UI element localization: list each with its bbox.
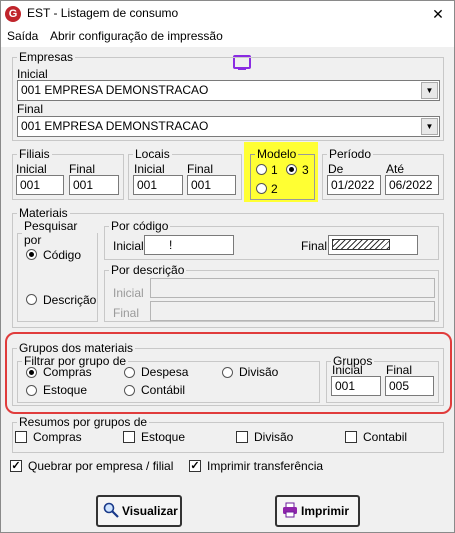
filtro-contabil-label: Contábil bbox=[141, 383, 186, 397]
visualizar-label: Visualizar bbox=[122, 504, 178, 518]
quebrar-label: Quebrar por empresa / filial bbox=[28, 459, 174, 473]
modelo-legend: Modelo bbox=[257, 147, 297, 161]
grupos-final-label: Final bbox=[386, 363, 413, 377]
filtro-divisao-radio[interactable] bbox=[222, 367, 233, 378]
periodo-ate-value: 06/2022 bbox=[389, 178, 433, 192]
filtro-contabil-radio[interactable] bbox=[124, 385, 135, 396]
locais-inicial-input[interactable]: 001 bbox=[133, 175, 183, 195]
descricao-inicial-input[interactable] bbox=[150, 278, 435, 298]
locais-final-value: 001 bbox=[191, 178, 212, 192]
periodo-ate-label: Até bbox=[386, 162, 405, 176]
codigo-final-input[interactable] bbox=[328, 235, 418, 255]
resumo-estoque-checkbox[interactable] bbox=[123, 431, 135, 443]
materiais-legend: Materiais bbox=[19, 206, 68, 220]
filiais-inicial-value: 001 bbox=[20, 178, 41, 192]
chevron-down-icon[interactable]: ▼ bbox=[421, 82, 438, 99]
codigo-inicial-label: Inicial bbox=[113, 239, 144, 253]
pesquisar-por-legend: Pesquisar por bbox=[24, 219, 78, 247]
codigo-final-label: Final bbox=[301, 239, 328, 253]
resumo-compras-checkbox[interactable] bbox=[15, 431, 27, 443]
locais-legend: Locais bbox=[135, 147, 170, 161]
filiais-final-input[interactable]: 001 bbox=[69, 175, 119, 195]
grupos-inicial-label: Inicial bbox=[332, 363, 363, 377]
por-codigo-legend: Por código bbox=[111, 219, 169, 233]
title-bar: G EST - Listagem de consumo ✕ bbox=[1, 1, 454, 27]
pesquisar-codigo-label: Código bbox=[43, 248, 82, 262]
pesquisar-codigo-radio[interactable] bbox=[26, 249, 37, 260]
modelo-radio-3[interactable] bbox=[286, 164, 297, 175]
modelo-radio-1[interactable] bbox=[256, 164, 267, 175]
filiais-inicial-label: Inicial bbox=[16, 162, 47, 176]
periodo-de-input[interactable]: 01/2022 bbox=[327, 175, 381, 195]
descricao-inicial-label: Inicial bbox=[113, 286, 144, 300]
locais-inicial-value: 001 bbox=[137, 178, 158, 192]
resumo-compras-label: Compras bbox=[33, 430, 82, 444]
dialog-window: G EST - Listagem de consumo ✕ Saída Abri… bbox=[0, 0, 455, 533]
grupos-materiais-legend: Grupos dos materiais bbox=[19, 341, 134, 355]
modelo-radio-2[interactable] bbox=[256, 183, 267, 194]
resumo-estoque-label: Estoque bbox=[141, 430, 186, 444]
empresa-inicial-value: 001 EMPRESA DEMONSTRACAO bbox=[21, 83, 209, 97]
empresa-final-value: 001 EMPRESA DEMONSTRACAO bbox=[21, 119, 209, 133]
codigo-inicial-input[interactable]: ! bbox=[144, 235, 234, 255]
menu-abrir-configuracao[interactable]: Abrir configuração de impressão bbox=[50, 29, 223, 43]
printer-icon bbox=[283, 502, 297, 518]
periodo-legend: Período bbox=[329, 147, 372, 161]
pesquisar-descricao-label: Descrição bbox=[43, 293, 97, 307]
filiais-final-label: Final bbox=[69, 162, 96, 176]
por-descricao-legend: Por descrição bbox=[111, 263, 185, 277]
resumos-legend: Resumos por grupos de bbox=[19, 415, 148, 429]
pesquisar-descricao-radio[interactable] bbox=[26, 294, 37, 305]
menu-saida[interactable]: Saída bbox=[7, 29, 38, 43]
periodo-de-label: De bbox=[328, 162, 344, 176]
empresa-final-combo[interactable]: 001 EMPRESA DEMONSTRACAO ▼ bbox=[17, 116, 440, 137]
filtro-estoque-label: Estoque bbox=[43, 383, 88, 397]
descricao-final-label: Final bbox=[113, 306, 140, 320]
filtro-compras-radio[interactable] bbox=[26, 367, 37, 378]
imprimir-button[interactable]: Imprimir bbox=[275, 495, 360, 527]
filtro-estoque-radio[interactable] bbox=[26, 385, 37, 396]
filtro-divisao-label: Divisão bbox=[239, 365, 279, 379]
periodo-de-value: 01/2022 bbox=[331, 178, 375, 192]
grupos-inicial-value: 001 bbox=[335, 379, 356, 393]
empresa-inicial-label: Inicial bbox=[17, 67, 48, 81]
filtro-compras-label: Compras bbox=[43, 365, 92, 379]
magnifier-icon bbox=[103, 502, 119, 518]
empresa-inicial-combo[interactable]: 001 EMPRESA DEMONSTRACAO ▼ bbox=[17, 80, 440, 101]
modelo-option-2: 2 bbox=[271, 182, 278, 196]
resumo-contabil-label: Contabil bbox=[363, 430, 408, 444]
empresas-legend: Empresas bbox=[19, 50, 74, 64]
chevron-down-icon[interactable]: ▼ bbox=[421, 118, 438, 135]
filtro-despesa-radio[interactable] bbox=[124, 367, 135, 378]
locais-final-label: Final bbox=[187, 162, 214, 176]
empresa-final-label: Final bbox=[17, 102, 44, 116]
grupos-final-input[interactable]: 005 bbox=[385, 376, 434, 396]
imprimir-transferencia-label: Imprimir transferência bbox=[207, 459, 324, 473]
window-title: EST - Listagem de consumo bbox=[27, 6, 179, 20]
locais-inicial-label: Inicial bbox=[134, 162, 165, 176]
filtro-despesa-label: Despesa bbox=[141, 365, 189, 379]
close-icon[interactable]: ✕ bbox=[425, 3, 451, 25]
menu-bar: Saída Abrir configuração de impressão bbox=[1, 27, 454, 70]
imprimir-transferencia-checkbox[interactable] bbox=[189, 460, 201, 472]
codigo-inicial-value: ! bbox=[169, 238, 173, 252]
filiais-legend: Filiais bbox=[19, 147, 50, 161]
filiais-final-value: 001 bbox=[73, 178, 94, 192]
periodo-ate-input[interactable]: 06/2022 bbox=[385, 175, 439, 195]
resumo-contabil-checkbox[interactable] bbox=[345, 431, 357, 443]
resumo-divisao-checkbox[interactable] bbox=[236, 431, 248, 443]
descricao-final-input[interactable] bbox=[150, 301, 435, 321]
modelo-option-3: 3 bbox=[302, 163, 309, 177]
resumo-divisao-label: Divisão bbox=[254, 430, 294, 444]
grupos-inicial-input[interactable]: 001 bbox=[331, 376, 381, 396]
grupos-final-value: 005 bbox=[389, 379, 410, 393]
locais-final-input[interactable]: 001 bbox=[187, 175, 236, 195]
app-logo-icon: G bbox=[5, 6, 21, 22]
filiais-inicial-input[interactable]: 001 bbox=[16, 175, 64, 195]
codigo-final-value bbox=[332, 239, 390, 250]
modelo-option-1: 1 bbox=[271, 163, 278, 177]
imprimir-label: Imprimir bbox=[301, 504, 350, 518]
visualizar-button[interactable]: Visualizar bbox=[96, 495, 182, 527]
quebrar-checkbox[interactable] bbox=[10, 460, 22, 472]
